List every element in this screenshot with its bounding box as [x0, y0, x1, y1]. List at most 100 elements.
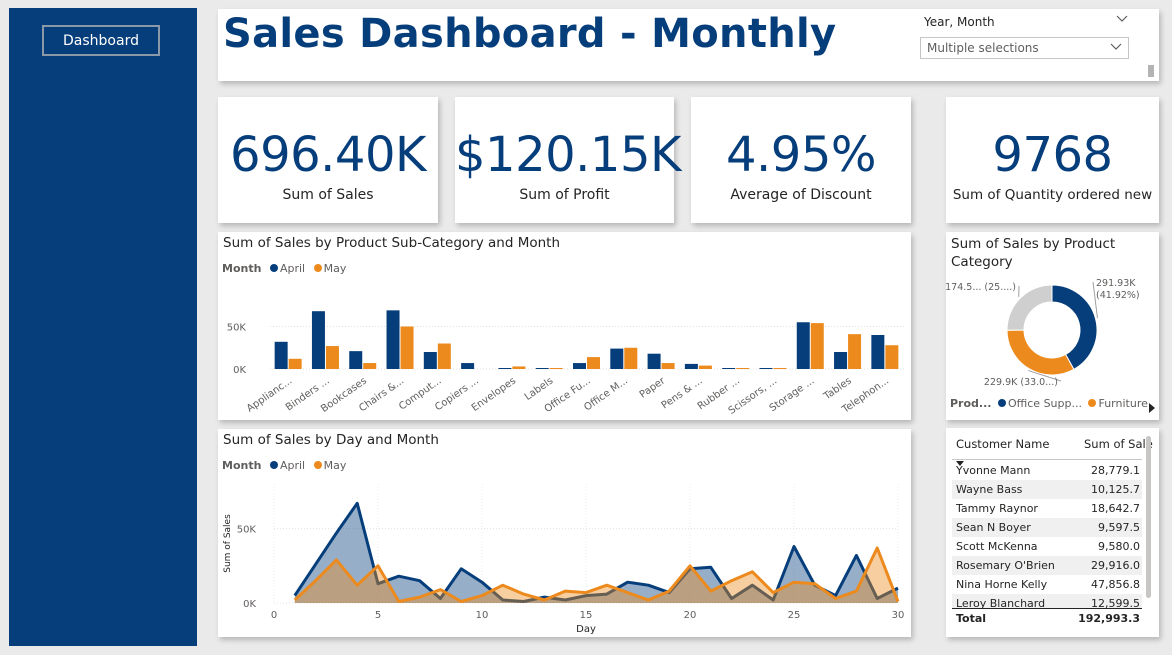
x-tick-label: 25: [788, 610, 801, 621]
header-card: Sales Dashboard - Monthly Year, Month Mu…: [218, 9, 1159, 81]
x-tick-label: 5: [375, 610, 381, 621]
table-total-row: Total 192,993.3: [952, 608, 1142, 629]
sales-value-cell: 9,597.5: [1098, 521, 1140, 534]
sales-value-cell: 47,856.8: [1091, 578, 1140, 591]
area-chart: 0K 50K 0 5 10 15 20 25 30 Day Sum of Sales: [223, 484, 904, 635]
bar-may: [661, 363, 675, 369]
bar-may: [549, 368, 563, 369]
bar-april: [573, 363, 586, 369]
bar-may: [325, 346, 339, 369]
sales-value-cell: 10,125.7: [1091, 483, 1140, 496]
sidebar: Dashboard: [9, 8, 197, 646]
bar-april: [834, 352, 848, 369]
dashboard-button[interactable]: Dashboard: [42, 25, 160, 56]
bar-chart: 0K50KApplianc...Binders ...BookcasesChai…: [227, 310, 904, 417]
customer-name-cell: Rosemary O'Brien: [956, 559, 1055, 572]
kpi-card-discount: 4.95% Average of Discount: [691, 97, 911, 223]
page-title: Sales Dashboard - Monthly: [223, 11, 837, 57]
table-row[interactable]: Sean N Boyer 9,597.5: [952, 518, 1142, 537]
table-row[interactable]: Yvonne Mann 28,779.1: [952, 461, 1142, 480]
chart-legend: Prod... Office Supp... Furniture: [950, 397, 1148, 410]
kpi-label: Average of Discount: [730, 187, 872, 203]
y-tick-label: 0K: [243, 599, 256, 610]
bar-april: [311, 311, 325, 369]
table-row[interactable]: Rosemary O'Brien 29,916.0: [952, 556, 1142, 575]
sales-value-cell: 9,580.0: [1098, 540, 1140, 553]
kpi-label: Sum of Profit: [519, 187, 610, 203]
bar-april: [461, 363, 475, 369]
donut-data-label: (41.92%): [1096, 290, 1140, 301]
kpi-label: Sum of Quantity ordered new: [952, 187, 1153, 203]
donut-chart: 291.93K(41.92%) 229.9K (33.0...) 174.5... …: [946, 278, 1140, 388]
bar-april: [423, 352, 437, 369]
donut-data-label: 291.93K: [1096, 278, 1136, 289]
table-row[interactable]: Nina Horne Kelly 47,856.8: [952, 575, 1142, 594]
table-row[interactable]: Scott McKenna 9,580.0: [952, 537, 1142, 556]
x-tick-label: 10: [476, 610, 489, 621]
donut-chart-card: Sum of Sales by Product Category 291.93K…: [946, 232, 1159, 420]
bar-may: [885, 345, 899, 369]
bar-may: [848, 334, 862, 369]
donut-data-label: 229.9K (33.0...): [984, 377, 1058, 388]
bar-april: [759, 368, 773, 369]
customer-name-cell: Yvonne Mann: [956, 464, 1031, 477]
y-tick-label: 50K: [237, 525, 257, 536]
y-tick-label: 0K: [233, 365, 246, 376]
bar-april: [498, 368, 512, 369]
x-tick-label: Tables: [821, 375, 854, 402]
bar-april: [535, 368, 549, 369]
bar-april: [871, 335, 885, 369]
bar-may: [400, 326, 414, 369]
bar-april: [722, 368, 736, 369]
sales-value-cell: 28,779.1: [1091, 464, 1140, 477]
x-tick-label: 20: [684, 610, 697, 621]
x-tick-label: Labels: [523, 375, 556, 402]
bar-april: [684, 363, 698, 369]
y-axis-title: Sum of Sales: [223, 514, 233, 573]
bar-may: [587, 357, 600, 369]
legend-next-arrow-icon[interactable]: [1149, 398, 1155, 417]
column-header-sum-of-sales[interactable]: Sum of Sale: [1084, 437, 1153, 451]
kpi-card-quantity: 9768 Sum of Quantity ordered new: [946, 97, 1159, 223]
bar-may: [773, 368, 787, 369]
bar-may: [698, 365, 712, 369]
table-row[interactable]: Wayne Bass 10,125.7: [952, 480, 1142, 499]
donut-slice-2: [1006, 329, 1075, 376]
legend-title: Prod...: [950, 397, 992, 410]
customer-name-cell: Wayne Bass: [956, 483, 1023, 496]
slicer-value: Multiple selections: [927, 41, 1039, 55]
kpi-card-profit: $120.15K Sum of Profit: [455, 97, 681, 223]
legend-item-office-supplies[interactable]: Office Supp...: [1008, 397, 1082, 410]
bar-may: [810, 323, 824, 369]
table-scrollbar[interactable]: [1146, 436, 1151, 598]
area-chart-card: Sum of Sales by Day and Month Month Apri…: [218, 429, 911, 637]
legend-dot-office-supplies: [997, 399, 1006, 407]
chevron-down-icon[interactable]: [1116, 12, 1128, 26]
legend-item-furniture[interactable]: Furniture: [1098, 397, 1147, 410]
bar-april: [647, 353, 661, 369]
kpi-card-sales: 696.40K Sum of Sales: [218, 97, 438, 223]
bar-may: [437, 343, 451, 369]
kpi-value: 4.95%: [726, 127, 876, 183]
customer-name-cell: Nina Horne Kelly: [956, 578, 1048, 591]
x-tick-label: Paper: [638, 375, 668, 401]
bar-may: [736, 368, 750, 369]
bar-may: [624, 347, 638, 369]
x-axis-title: Day: [576, 624, 596, 635]
customer-table-card: Customer Name Sum of Sale Yvonne Mann 28,…: [946, 428, 1159, 637]
slicer-scrollbar[interactable]: [1148, 65, 1154, 77]
header-divider: [952, 459, 1142, 460]
bar-may: [363, 363, 377, 369]
table-row[interactable]: Tammy Raynor 18,642.7: [952, 499, 1142, 518]
bar-april: [386, 310, 400, 369]
kpi-value: 696.40K: [230, 127, 426, 183]
customer-name-cell: Sean N Boyer: [956, 521, 1031, 534]
year-month-slicer-dropdown[interactable]: Multiple selections: [920, 37, 1129, 59]
bar-may: [288, 358, 302, 369]
kpi-value: $120.15K: [455, 127, 681, 183]
customer-name-cell: Tammy Raynor: [956, 502, 1038, 515]
sales-value-cell: 18,642.7: [1091, 502, 1140, 515]
slicer-label: Year, Month: [924, 15, 995, 29]
column-header-customer-name[interactable]: Customer Name: [956, 437, 1049, 451]
total-label: Total: [956, 612, 987, 625]
